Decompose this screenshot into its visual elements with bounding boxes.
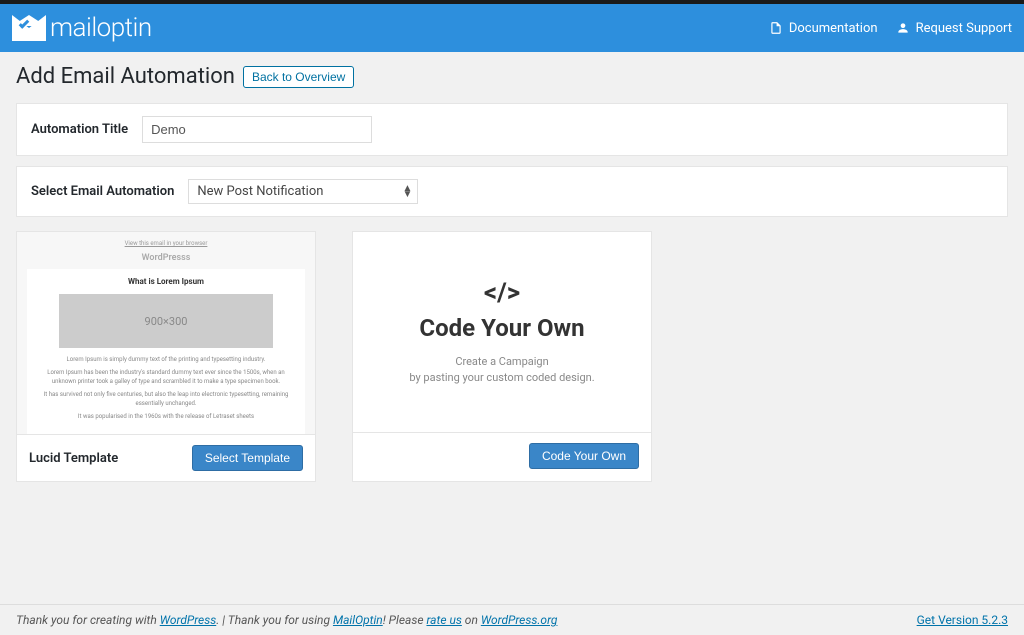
code-sub: Create a Campaign by pasting your custom…	[409, 354, 594, 387]
select-template-button[interactable]: Select Template	[192, 445, 303, 471]
wporg-link[interactable]: WordPress.org	[481, 613, 558, 627]
documentation-link[interactable]: Documentation	[769, 21, 878, 36]
page-body: Add Email Automation Back to Overview Au…	[0, 52, 1024, 494]
back-to-overview-button[interactable]: Back to Overview	[243, 66, 354, 88]
preview-viewlink: View this email in your browser	[27, 240, 305, 247]
automation-title-panel: Automation Title	[16, 103, 1008, 156]
template-card-lucid: View this email in your browser WordPres…	[16, 231, 316, 482]
lucid-preview: View this email in your browser WordPres…	[17, 232, 315, 434]
preview-p3: It has survived not only five centuries,…	[37, 391, 295, 408]
code-your-own-button[interactable]: Code Your Own	[529, 443, 639, 469]
page-title: Add Email Automation	[16, 64, 235, 89]
brand-logo[interactable]: mailoptin	[12, 13, 152, 43]
code-footer: Code Your Own	[353, 432, 651, 479]
template-cards: View this email in your browser WordPres…	[16, 231, 1008, 482]
lucid-name: Lucid Template	[29, 451, 118, 466]
preview-brand: WordPresss	[27, 253, 305, 263]
support-label: Request Support	[916, 21, 1012, 36]
select-automation-label: Select Email Automation	[31, 184, 174, 199]
get-version-link[interactable]: Get Version 5.2.3	[917, 613, 1008, 627]
preview-heading: What is Lorem Ipsum	[37, 277, 295, 286]
preview-p4: It was popularised in the 1960s with the…	[37, 413, 295, 421]
person-icon	[896, 21, 910, 35]
mailoptin-link[interactable]: MailOptin	[333, 613, 383, 627]
preview-image-placeholder: 900×300	[59, 294, 273, 348]
automation-title-input[interactable]	[142, 116, 372, 143]
documentation-label: Documentation	[789, 21, 878, 36]
request-support-link[interactable]: Request Support	[896, 21, 1012, 36]
preview-p1: Lorem Ipsum is simply dummy text of the …	[37, 356, 295, 364]
mailoptin-logo-icon	[12, 15, 46, 41]
code-title: Code Your Own	[419, 314, 584, 342]
automation-title-label: Automation Title	[31, 122, 128, 137]
brand-text: mailoptin	[50, 13, 152, 43]
automation-type-select[interactable]: New Post Notification	[188, 179, 418, 204]
preview-p2: Lorem Ipsum has been the industry's stan…	[37, 369, 295, 386]
page-title-row: Add Email Automation Back to Overview	[16, 64, 1008, 89]
code-icon: </>	[484, 278, 520, 308]
document-icon	[769, 21, 783, 35]
footer: Thank you for creating with WordPress. |…	[0, 604, 1024, 635]
header: mailoptin Documentation Request Support	[0, 4, 1024, 52]
wordpress-link[interactable]: WordPress	[160, 613, 217, 627]
select-automation-panel: Select Email Automation New Post Notific…	[16, 166, 1008, 217]
template-card-code: </> Code Your Own Create a Campaign by p…	[352, 231, 652, 482]
code-your-own-preview: </> Code Your Own Create a Campaign by p…	[353, 232, 651, 432]
footer-text: Thank you for creating with WordPress. |…	[16, 613, 557, 627]
lucid-footer: Lucid Template Select Template	[17, 434, 315, 481]
rate-us-link[interactable]: rate us	[426, 613, 461, 627]
